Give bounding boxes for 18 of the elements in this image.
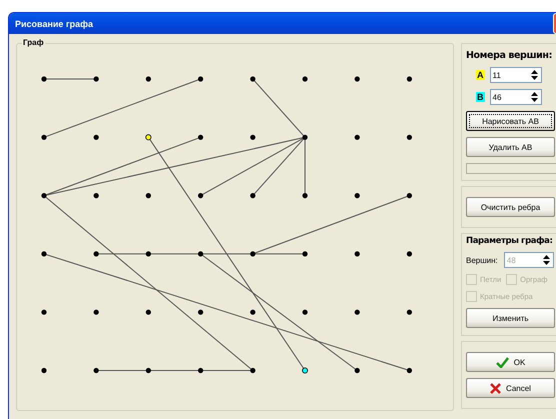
action-button[interactable]: Нарисовать АВ: [466, 111, 555, 131]
action-button[interactable]: Удалить АВ: [466, 137, 555, 157]
panel-title: Параметры графа:: [466, 236, 554, 246]
spin-arrows-icon[interactable]: [530, 91, 538, 103]
vertex-tag: A: [476, 70, 484, 80]
clear-edges-button[interactable]: Очистить ребра: [466, 197, 555, 217]
cancel-button[interactable]: Cancel: [466, 378, 555, 398]
check-icon: [496, 356, 509, 368]
vertices-label: Вершин:: [466, 256, 498, 264]
cross-icon: [490, 382, 502, 394]
ok-button[interactable]: OK: [466, 352, 555, 372]
vertex-spin-field[interactable]: 46: [490, 89, 542, 105]
vertex-spin-field[interactable]: 11: [490, 67, 542, 83]
group-title: Граф: [22, 38, 45, 47]
vertex-tag: B: [476, 92, 484, 102]
panel-title: Номера вершин:: [466, 50, 553, 61]
spin-arrows-icon[interactable]: [530, 69, 538, 81]
window-title: Рисование графа: [15, 18, 94, 28]
